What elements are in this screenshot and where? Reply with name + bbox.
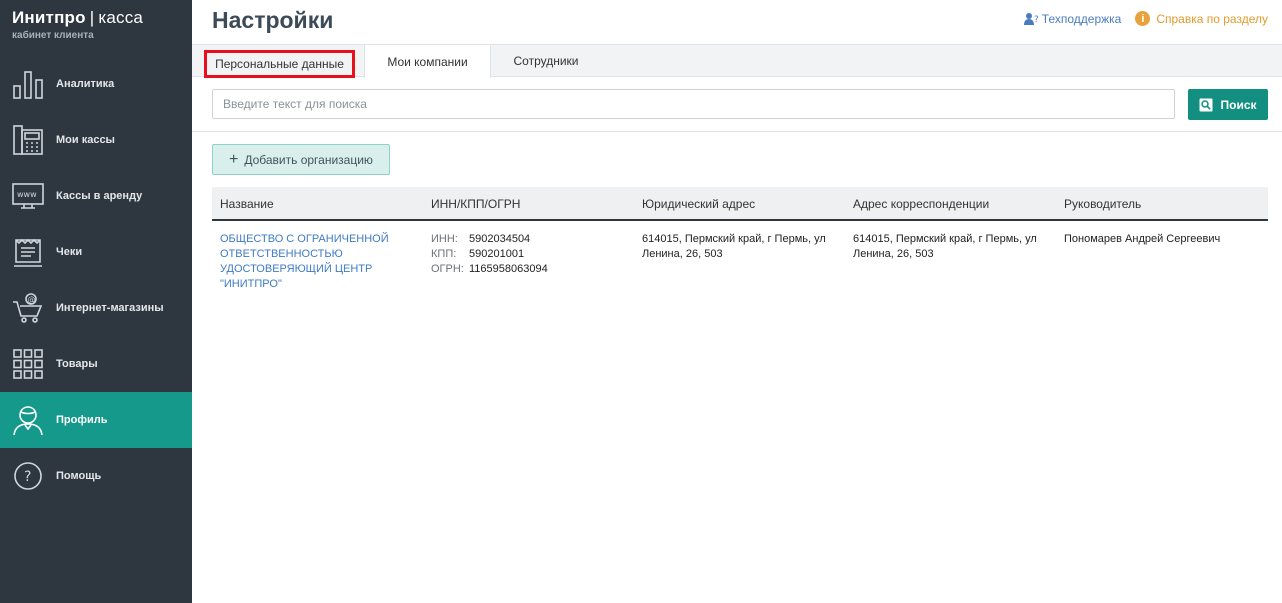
sidebar-item-label: Чеки (56, 246, 83, 258)
table-row[interactable]: ОБЩЕСТВО С ОГРАНИЧЕННОЙ ОТВЕТСТВЕННОСТЬЮ… (212, 221, 1268, 301)
inn-label: ИНН: (431, 233, 458, 245)
column-header-director[interactable]: Руководитель (1064, 197, 1264, 211)
sidebar-item-label: Товары (56, 358, 98, 370)
cell-director: Пономарев Андрей Сергеевич (1064, 233, 1221, 245)
tab-my-companies[interactable]: Мои компании (364, 45, 491, 78)
column-header-name[interactable]: Название (220, 197, 420, 211)
search-icon (1199, 98, 1213, 111)
kpp-value: 590201001 (469, 248, 525, 260)
sidebar-item-label: Интернет-магазины (56, 302, 164, 314)
sidebar-nav: Аналитика Мои кассы www Кассы в аренду Ч… (0, 56, 192, 504)
top-links: ? Техподдержка i Справка по разделу (1023, 11, 1268, 26)
sidebar-item-rent-registers[interactable]: www Кассы в аренду (0, 168, 192, 224)
logo-subtitle: кабинет клиента (12, 30, 94, 41)
companies-table: Название ИНН/КПП/ОГРН Юридический адрес … (212, 187, 1268, 301)
user-help-icon: ? (1023, 12, 1039, 25)
sidebar: Инитпро | касса кабинет клиента Аналитика … (0, 0, 192, 603)
main-content: Настройки ? Техподдержка i Справка по ра… (192, 0, 1282, 603)
cash-register-icon (12, 124, 44, 156)
www-monitor-icon: www (12, 180, 44, 212)
column-header-ids[interactable]: ИНН/КПП/ОГРН (431, 197, 631, 211)
logo-brand: Инитпро (12, 8, 86, 27)
tabs-bar: Персональные данные Мои компании Сотрудн… (192, 44, 1282, 78)
support-label: Техподдержка (1041, 11, 1122, 26)
online-cart-icon: @ (12, 292, 44, 324)
inn-value: 5902034504 (469, 233, 531, 245)
section-help-link[interactable]: i Справка по разделу (1135, 11, 1268, 26)
add-organization-button[interactable]: + Добавить организацию (212, 144, 390, 175)
ogrn-value: 1165958063094 (469, 263, 548, 275)
cell-legal-address: 614015, Пермский край, г Пермь, ул Ленин… (642, 233, 826, 260)
organization-link[interactable]: ОБЩЕСТВО С ОГРАНИЧЕННОЙ ОТВЕТСТВЕННОСТЬЮ… (220, 233, 389, 290)
search-row: Поиск (192, 77, 1282, 132)
logo-separator: | (89, 8, 95, 27)
svg-text:?: ? (24, 469, 31, 485)
search-button[interactable]: Поиск (1188, 89, 1268, 120)
sidebar-item-label: Помощь (56, 470, 102, 482)
sidebar-item-my-registers[interactable]: Мои кассы (0, 112, 192, 168)
sidebar-item-label: Кассы в аренду (56, 190, 143, 202)
info-icon: i (1135, 11, 1151, 26)
grid-icon (12, 348, 44, 380)
ogrn-label: ОГРН: (431, 263, 464, 275)
page-title: Настройки (212, 7, 334, 33)
column-header-legal-address[interactable]: Юридический адрес (642, 197, 842, 211)
plus-icon: + (229, 150, 239, 168)
question-icon: ? (12, 460, 44, 492)
bar-chart-icon (12, 68, 44, 100)
sidebar-item-analytics[interactable]: Аналитика (0, 56, 192, 112)
svg-text:?: ? (1034, 15, 1039, 25)
svg-text:www: www (17, 190, 37, 199)
section-help-label: Справка по разделу (1156, 11, 1268, 26)
receipt-icon (12, 236, 44, 268)
sidebar-item-label: Аналитика (56, 78, 115, 90)
cell-mail-address: 614015, Пермский край, г Пермь, ул Ленин… (853, 233, 1037, 260)
user-profile-icon (12, 404, 44, 436)
logo-product: касса (98, 8, 144, 27)
search-button-label: Поиск (1220, 97, 1257, 112)
svg-text:@: @ (28, 295, 36, 304)
sidebar-item-receipts[interactable]: Чеки (0, 224, 192, 280)
sidebar-item-online-stores[interactable]: @ Интернет-магазины (0, 280, 192, 336)
add-organization-label: Добавить организацию (244, 152, 373, 167)
cell-name: ОБЩЕСТВО С ОГРАНИЧЕННОЙ ОТВЕТСТВЕННОСТЬЮ… (220, 232, 420, 292)
table-header: Название ИНН/КПП/ОГРН Юридический адрес … (212, 187, 1268, 221)
cell-ids: ИНН: 5902034504 КПП: 590201001 ОГРН: 116… (431, 232, 631, 277)
kpp-label: КПП: (431, 248, 457, 260)
sidebar-item-goods[interactable]: Товары (0, 336, 192, 392)
sidebar-item-label: Профиль (56, 414, 108, 426)
sidebar-item-help[interactable]: ? Помощь (0, 448, 192, 504)
support-link[interactable]: ? Техподдержка (1023, 11, 1122, 26)
tab-personal-data[interactable]: Персональные данные (204, 50, 355, 78)
search-input[interactable] (212, 89, 1175, 119)
column-header-mail-address[interactable]: Адрес корреспонденции (853, 197, 1053, 211)
logo[interactable]: Инитпро | касса кабинет клиента (12, 8, 143, 41)
sidebar-item-profile[interactable]: Профиль (0, 392, 192, 448)
tab-employees[interactable]: Сотрудники (491, 45, 601, 77)
sidebar-item-label: Мои кассы (56, 134, 115, 146)
